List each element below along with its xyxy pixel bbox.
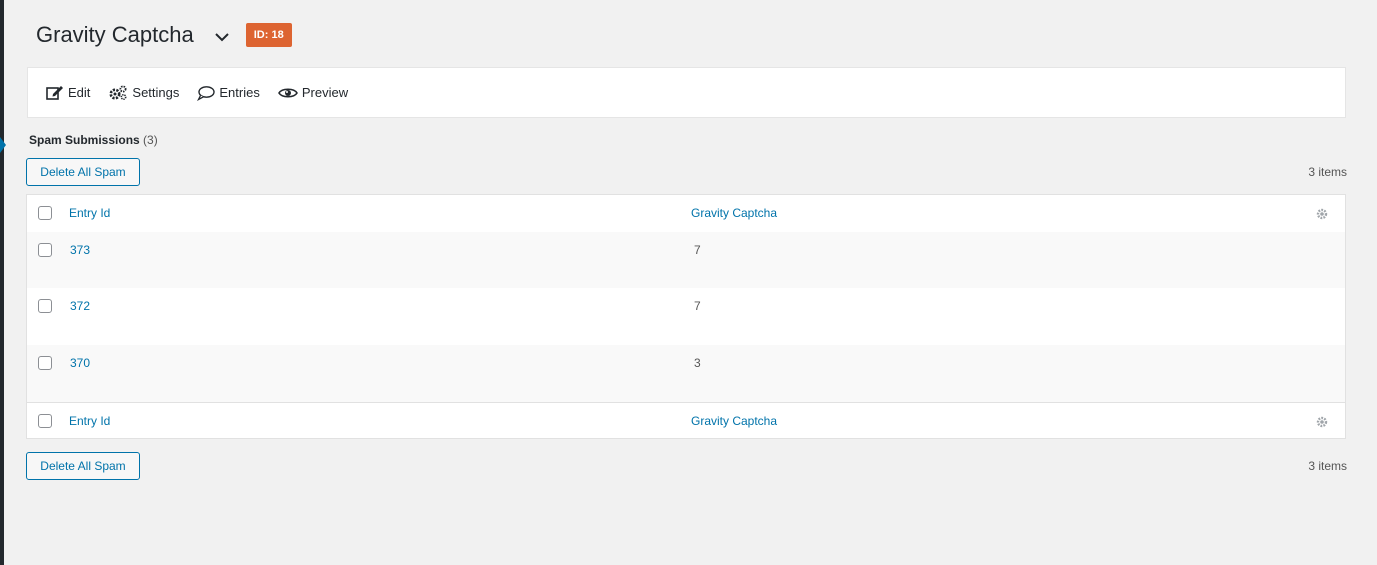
column-footer-gravity-captcha[interactable]: Gravity Captcha	[691, 414, 777, 428]
spam-table: Entry Id Gravity Captcha 373 7 372 7 370…	[26, 194, 1346, 439]
toolbar-preview[interactable]: Preview	[277, 85, 349, 101]
row-checkbox[interactable]	[38, 243, 52, 257]
table-footer-row: Entry Id Gravity Captcha	[27, 402, 1345, 440]
current-menu-arrow-icon	[0, 137, 6, 153]
gravity-captcha-value: 7	[694, 299, 701, 313]
row-checkbox[interactable]	[38, 356, 52, 370]
toolbar-edit-label: Edit	[68, 85, 91, 100]
edit-icon	[46, 85, 63, 100]
section-title-count: (3)	[143, 133, 158, 147]
entry-id-link[interactable]: 373	[70, 243, 90, 257]
form-id-badge: ID: 18	[245, 23, 292, 47]
select-all-checkbox-bottom[interactable]	[38, 414, 52, 428]
column-footer-entry-id[interactable]: Entry Id	[69, 414, 110, 428]
toolbar-entries-label: Entries	[219, 85, 260, 100]
gears-icon	[109, 85, 127, 100]
items-count-bottom: 3 items	[1308, 459, 1347, 473]
gravity-captcha-value: 3	[694, 356, 701, 370]
table-header-row: Entry Id Gravity Captcha	[27, 195, 1345, 233]
column-settings-gear-icon[interactable]	[1316, 416, 1328, 428]
column-header-gravity-captcha[interactable]: Gravity Captcha	[691, 206, 777, 220]
table-row: 373 7	[27, 232, 1345, 288]
section-title: Spam Submissions (3)	[29, 133, 158, 147]
entry-id-link[interactable]: 372	[70, 299, 90, 313]
section-title-label: Spam Submissions	[29, 133, 140, 147]
gravity-captcha-value: 7	[694, 243, 701, 257]
column-header-entry-id[interactable]: Entry Id	[69, 206, 110, 220]
toolbar-settings-label: Settings	[132, 85, 180, 100]
delete-all-spam-button-top[interactable]: Delete All Spam	[26, 158, 140, 186]
eye-icon	[277, 87, 298, 98]
form-toolbar: Edit Settings Entries Preview	[27, 67, 1346, 118]
toolbar-entries[interactable]: Entries	[197, 85, 260, 101]
form-title: Gravity Captcha	[36, 22, 194, 47]
entry-id-link[interactable]: 370	[70, 356, 90, 370]
form-header: Gravity Captcha ID: 18	[36, 18, 292, 52]
items-count-top: 3 items	[1308, 165, 1347, 179]
column-settings-gear-icon[interactable]	[1316, 208, 1328, 220]
chevron-down-icon[interactable]	[212, 27, 232, 47]
select-all-checkbox-top[interactable]	[38, 206, 52, 220]
table-row: 372 7	[27, 288, 1345, 345]
admin-sidebar-edge	[0, 0, 4, 565]
row-checkbox[interactable]	[38, 299, 52, 313]
toolbar-settings[interactable]: Settings	[108, 85, 179, 101]
table-row: 370 3	[27, 345, 1345, 402]
delete-all-spam-button-bottom[interactable]: Delete All Spam	[26, 452, 140, 480]
toolbar-preview-label: Preview	[301, 85, 349, 100]
toolbar-edit[interactable]: Edit	[46, 85, 90, 101]
comment-icon	[197, 85, 216, 101]
